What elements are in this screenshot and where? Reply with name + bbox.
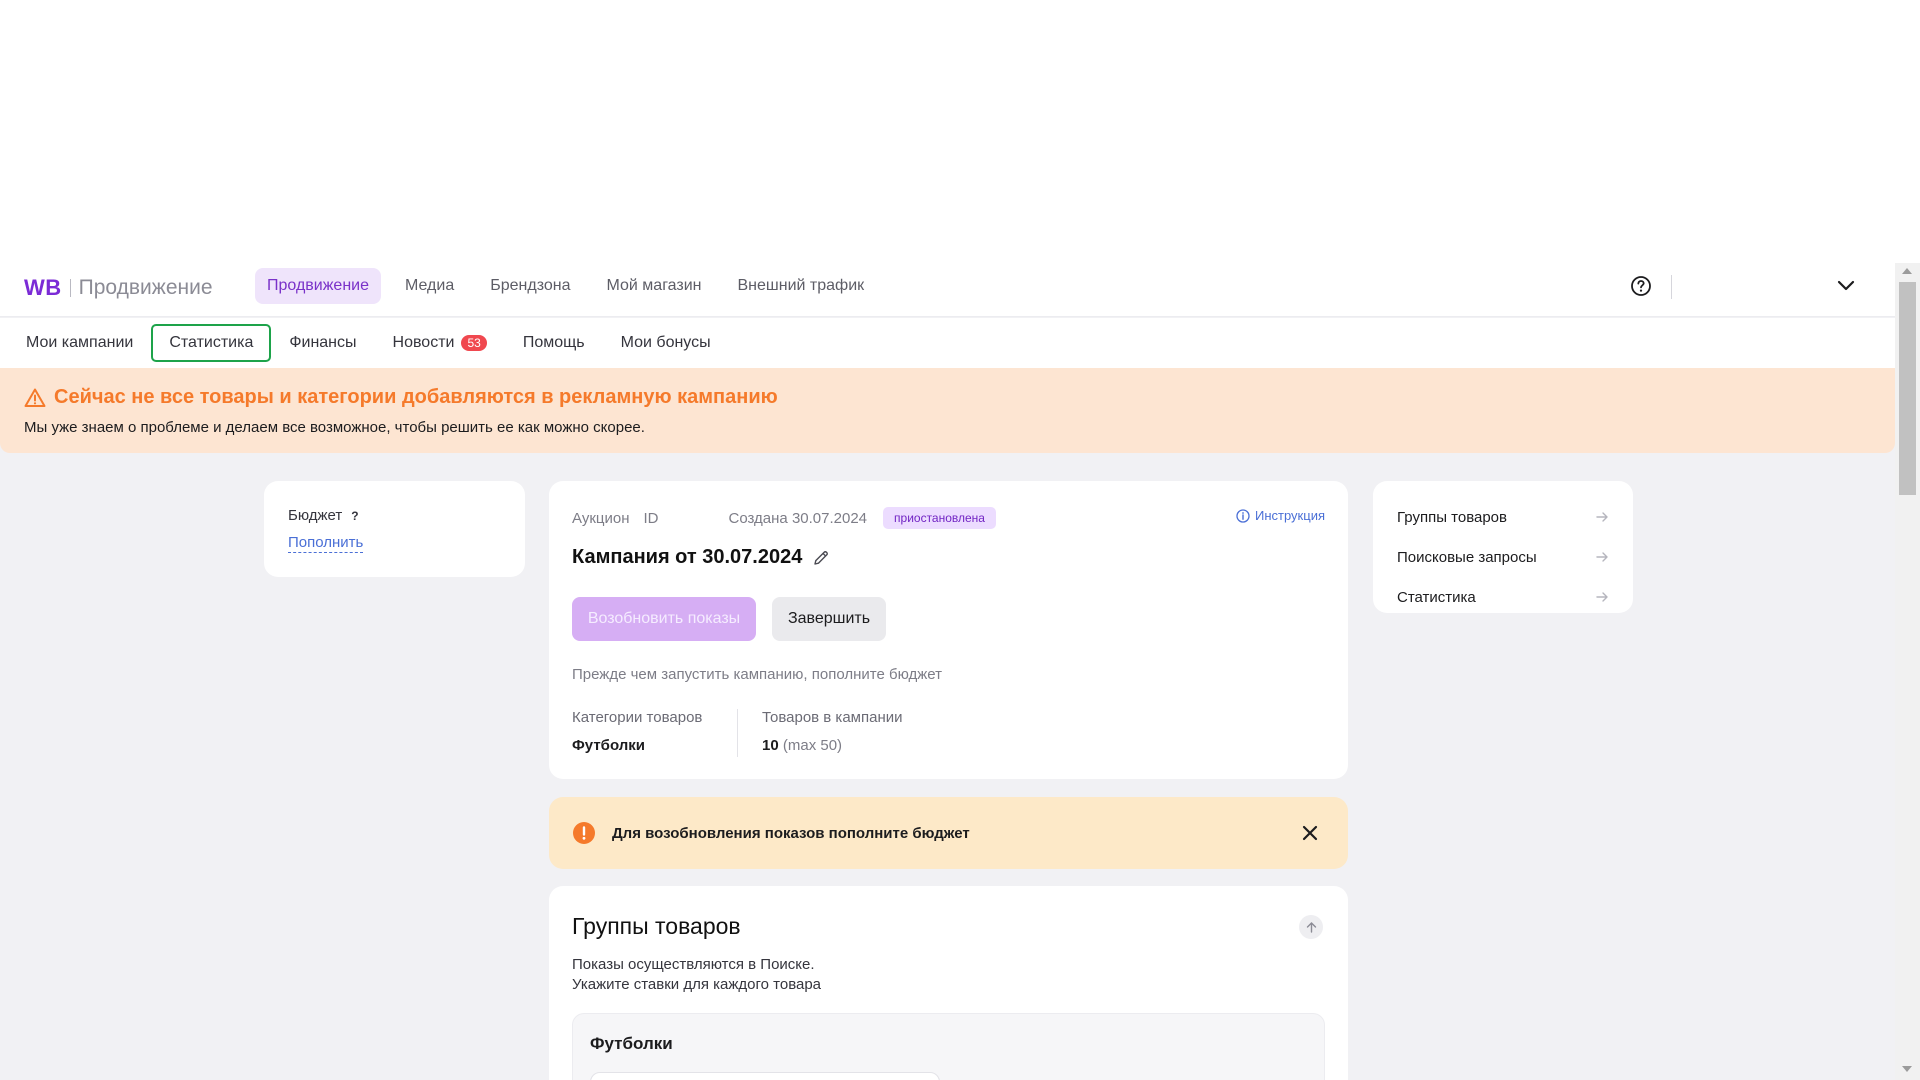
stat-products-value: 10 (max 50) <box>762 737 903 754</box>
tab-my-bonuses[interactable]: Мои бонусы <box>603 324 729 362</box>
products-count: 10 <box>762 737 779 754</box>
campaign-id: ID <box>643 509 659 527</box>
tab-help[interactable]: Помощь <box>505 324 603 362</box>
group-panel: Футболки <box>572 1013 1325 1080</box>
group-input[interactable] <box>590 1072 940 1080</box>
group-name: Футболки <box>590 1034 673 1053</box>
side-link-product-groups[interactable]: Группы товаров <box>1397 497 1609 537</box>
main-nav: Продвижение Медиа Брендзона Мой магазин … <box>255 268 888 304</box>
stat-categories-label: Категории товаров <box>572 709 703 726</box>
tab-statistics[interactable]: Статистика <box>151 324 272 362</box>
status-badge: приостановлена <box>883 507 996 529</box>
info-icon <box>1236 508 1250 523</box>
sub-nav: Мои кампании Статистика Финансы Новости … <box>0 318 1895 368</box>
tab-label: Статистика <box>169 334 254 351</box>
exclamation-circle-icon <box>573 822 595 844</box>
main-nav-media[interactable]: Медиа <box>393 268 466 304</box>
tab-label: Новости <box>392 334 455 351</box>
close-icon[interactable] <box>1300 823 1320 843</box>
scroll-down-arrow[interactable] <box>1902 1066 1912 1072</box>
budget-card: Бюджет ? Пополнить <box>264 481 525 577</box>
warning-banner: Сейчас не все товары и категории добавля… <box>0 368 1895 453</box>
side-link-label: Поисковые запросы <box>1397 548 1537 566</box>
tab-label: Мои кампании <box>26 334 134 351</box>
header-divider <box>1671 275 1672 299</box>
tab-my-campaigns[interactable]: Мои кампании <box>24 324 151 362</box>
warning-triangle-icon <box>24 388 46 407</box>
warning-title-text: Сейчас не все товары и категории добавля… <box>54 386 778 408</box>
logo-title: Продвижение <box>78 276 213 299</box>
side-link-statistics[interactable]: Статистика <box>1397 577 1609 617</box>
description-line: Показы осуществляются в Поиске. <box>572 956 815 973</box>
campaign-meta: Аукцион ID Создана 30.07.2024 приостанов… <box>572 507 996 529</box>
description-line: Укажите ставки для каждого товара <box>572 976 822 993</box>
products-max: (max 50) <box>782 737 843 754</box>
side-link-label: Группы товаров <box>1397 508 1507 526</box>
budget-alert: Для возобновления показов пополните бюдж… <box>549 797 1348 869</box>
instruction-link[interactable]: Инструкция <box>1236 508 1325 523</box>
chevron-down-icon[interactable] <box>1836 278 1856 294</box>
side-link-search-queries[interactable]: Поисковые запросы <box>1397 537 1609 577</box>
tab-label: Помощь <box>522 334 585 351</box>
stat-products: Товаров в кампании 10 (max 50) <box>762 709 903 754</box>
tab-news[interactable]: Новости 53 <box>375 324 505 362</box>
side-links-list: Группы товаров Поисковые запросы Статист… <box>1397 497 1609 617</box>
budget-label: Бюджет ? <box>288 507 359 524</box>
warning-title: Сейчас не все товары и категории добавля… <box>24 386 778 409</box>
scroll-thumb[interactable] <box>1899 282 1916 495</box>
help-circle-icon[interactable] <box>1630 275 1652 297</box>
main-nav-brandzone[interactable]: Брендзона <box>478 268 582 304</box>
budget-label-text: Бюджет <box>288 507 343 524</box>
stat-divider <box>737 709 738 757</box>
campaign-card: Аукцион ID Создана 30.07.2024 приостанов… <box>549 481 1348 779</box>
product-groups-description: Показы осуществляются в Поиске. Укажите … <box>572 955 821 995</box>
main-nav-promotion[interactable]: Продвижение <box>255 268 381 304</box>
warning-text: Мы уже знаем о проблеме и делаем все воз… <box>24 419 645 436</box>
main-nav-external-traffic[interactable]: Внешний трафик <box>726 268 877 304</box>
side-links-card: Группы товаров Поисковые запросы Статист… <box>1373 481 1633 613</box>
arrow-right-icon <box>1596 512 1608 522</box>
instruction-label: Инструкция <box>1255 508 1325 523</box>
logo-separator <box>69 279 71 297</box>
arrow-up-icon <box>1306 921 1316 933</box>
stat-products-label: Товаров в кампании <box>762 709 903 726</box>
topup-link[interactable]: Пополнить <box>288 534 364 553</box>
finish-button[interactable]: Завершить <box>772 597 886 641</box>
product-groups-title: Группы товаров <box>572 913 741 939</box>
blank-area <box>0 0 1920 263</box>
tab-label: Финансы <box>289 334 357 351</box>
campaign-title-text: Кампания от 30.07.2024 <box>572 546 803 568</box>
alert-text: Для возобновления показов пополните бюдж… <box>612 825 970 842</box>
stat-categories-value: Футболки <box>572 737 645 754</box>
stat-categories: Категории товаров Футболки <box>572 709 702 754</box>
arrow-right-icon <box>1596 552 1608 562</box>
sub-nav-list: Мои кампании Статистика Финансы Новости … <box>24 324 729 362</box>
tab-finances[interactable]: Финансы <box>271 324 374 362</box>
resume-shows-button[interactable]: Возобновить показы <box>572 597 756 641</box>
vertical-scrollbar[interactable] <box>1895 263 1920 1080</box>
pencil-icon[interactable] <box>812 549 830 567</box>
scroll-up-arrow[interactable] <box>1902 268 1912 274</box>
tab-label: Мои бонусы <box>620 334 711 351</box>
campaign-created-date: Создана 30.07.2024 <box>728 509 868 527</box>
budget-help-icon[interactable]: ? <box>351 509 358 523</box>
campaign-type: Аукцион <box>572 509 630 527</box>
campaign-title: Кампания от 30.07.2024 <box>572 546 830 569</box>
top-header: WB Продвижение Продвижение Медиа Брендзо… <box>0 263 1895 317</box>
app-viewport: WB Продвижение Продвижение Медиа Брендзо… <box>0 263 1895 1080</box>
product-groups-card: Группы товаров Показы осуществляются в П… <box>549 886 1348 1080</box>
budget-hint: Прежде чем запустить кампанию, пополните… <box>572 666 943 683</box>
main-nav-my-store[interactable]: Мой магазин <box>595 268 714 304</box>
news-count-badge: 53 <box>461 335 487 351</box>
arrow-right-icon <box>1596 592 1608 602</box>
logo[interactable]: WB Продвижение <box>24 273 213 303</box>
logo-brand: WB <box>24 275 62 300</box>
side-link-label: Статистика <box>1397 588 1476 606</box>
collapse-button[interactable] <box>1299 915 1323 939</box>
